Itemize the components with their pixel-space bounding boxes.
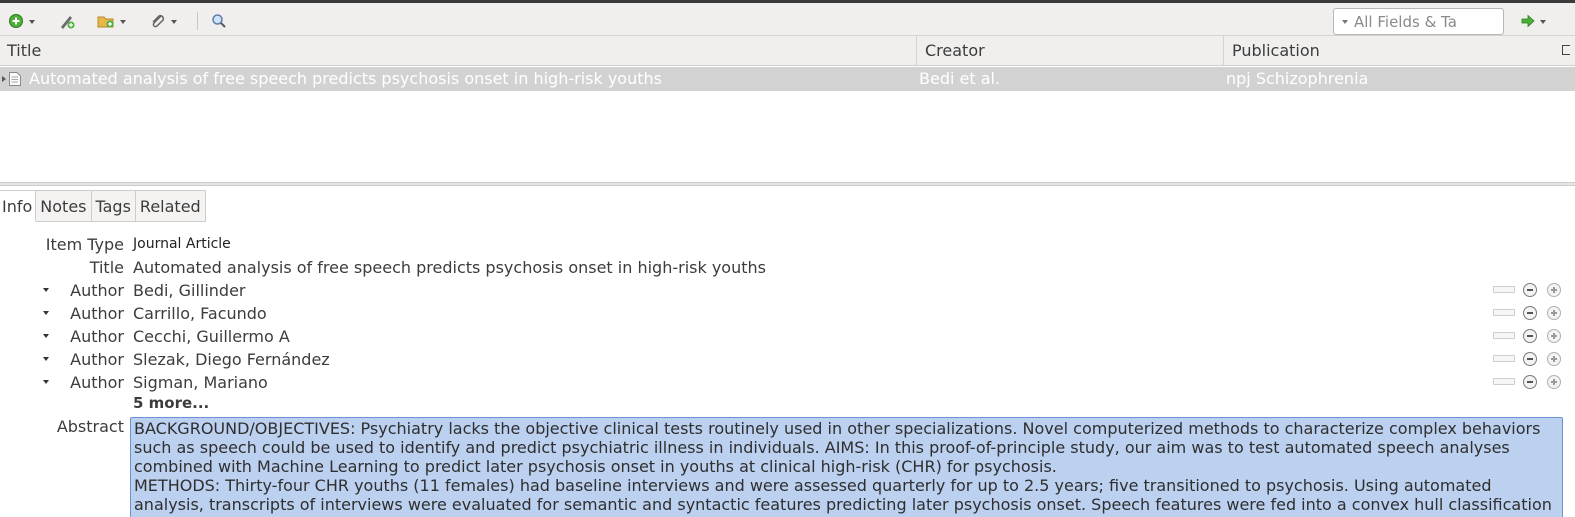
column-divider[interactable] xyxy=(916,36,917,66)
abstract-paragraph: METHODS: Thirty-four CHR youths (11 fema… xyxy=(134,476,1552,517)
author-name[interactable]: Carrillo, Facundo xyxy=(133,302,267,325)
add-by-identifier-icon xyxy=(61,16,75,29)
author-name[interactable]: Sigman, Mariano xyxy=(133,371,268,394)
creator-type-dropdown-icon[interactable] xyxy=(43,357,49,361)
column-title[interactable]: Title xyxy=(0,36,916,66)
column-picker-icon[interactable] xyxy=(1562,45,1570,55)
locate-button[interactable] xyxy=(1521,10,1546,32)
sync-arrow-icon xyxy=(1521,14,1535,28)
creator-type-dropdown-icon[interactable] xyxy=(43,334,49,338)
attach-button[interactable] xyxy=(150,10,177,32)
author-name[interactable]: Cecchi, Guillermo A xyxy=(133,325,290,348)
new-collection-icon xyxy=(97,16,114,28)
remove-author-button[interactable] xyxy=(1523,283,1537,297)
field-label: Title xyxy=(89,258,124,277)
item-pane-tabs: Info Notes Tags Related xyxy=(0,190,206,222)
remove-author-button[interactable] xyxy=(1523,375,1537,389)
row-publication: npj Schizophrenia xyxy=(1226,69,1369,88)
expand-twisty-icon[interactable] xyxy=(2,76,6,82)
field-item-type: Item Type Journal Article xyxy=(0,233,1575,256)
journal-article-icon xyxy=(9,72,21,86)
name-mode-toggle[interactable] xyxy=(1493,286,1515,293)
tab-notes[interactable]: Notes xyxy=(36,190,92,222)
chevron-down-icon xyxy=(1540,19,1546,24)
title-value[interactable]: Automated analysis of free speech predic… xyxy=(133,256,766,279)
creator-type-dropdown-icon[interactable] xyxy=(43,288,49,292)
name-mode-toggle[interactable] xyxy=(1493,332,1515,339)
search-mode-dropdown-icon[interactable] xyxy=(1342,19,1348,24)
search-advanced-icon xyxy=(212,14,226,28)
add-by-identifier-button[interactable] xyxy=(58,10,76,32)
remove-author-button[interactable] xyxy=(1523,329,1537,343)
new-item-icon xyxy=(9,14,23,28)
advanced-search-button[interactable] xyxy=(211,10,227,32)
add-author-button[interactable] xyxy=(1547,329,1561,343)
field-label[interactable]: Author xyxy=(70,371,124,394)
creator-type-dropdown-icon[interactable] xyxy=(43,380,49,384)
tab-tags[interactable]: Tags xyxy=(91,190,136,222)
field-label[interactable]: Author xyxy=(70,302,124,325)
author-name[interactable]: Slezak, Diego Fernández xyxy=(133,348,330,371)
abstract-label: Abstract xyxy=(56,417,124,436)
abstract-textarea[interactable]: BACKGROUND/OBJECTIVES: Psychiatry lacks … xyxy=(130,417,1563,517)
row-title: Automated analysis of free speech predic… xyxy=(29,69,662,88)
field-author: Author Slezak, Diego Fernández xyxy=(0,348,1575,371)
name-mode-toggle[interactable] xyxy=(1493,309,1515,316)
search-field[interactable] xyxy=(1333,8,1504,35)
item-type-value[interactable]: Journal Article xyxy=(133,233,231,256)
new-item-button[interactable] xyxy=(8,10,35,32)
field-label[interactable]: Author xyxy=(70,279,124,302)
add-author-button[interactable] xyxy=(1547,352,1561,366)
add-author-button[interactable] xyxy=(1547,375,1561,389)
add-author-button[interactable] xyxy=(1547,306,1561,320)
field-label[interactable]: Author xyxy=(70,325,124,348)
add-author-button[interactable] xyxy=(1547,283,1561,297)
field-author: Author Bedi, Gillinder xyxy=(0,279,1575,302)
field-author: Author Sigman, Mariano xyxy=(0,371,1575,394)
tab-related[interactable]: Related xyxy=(135,190,206,222)
field-author: Author Carrillo, Facundo xyxy=(0,302,1575,325)
search-input[interactable] xyxy=(1354,12,1494,31)
chevron-down-icon xyxy=(120,19,126,24)
toolbar-divider xyxy=(197,12,198,30)
more-authors-link[interactable]: 5 more... xyxy=(133,394,209,412)
chevron-down-icon xyxy=(29,19,35,24)
table-row[interactable]: Automated analysis of free speech predic… xyxy=(0,67,1575,91)
toolbar xyxy=(0,0,1575,36)
column-creator[interactable]: Creator xyxy=(918,36,1223,66)
field-title: Title Automated analysis of free speech … xyxy=(0,256,1575,279)
remove-author-button[interactable] xyxy=(1523,306,1537,320)
name-mode-toggle[interactable] xyxy=(1493,378,1515,385)
tab-info[interactable]: Info xyxy=(0,190,37,222)
author-name[interactable]: Bedi, Gillinder xyxy=(133,279,246,302)
chevron-down-icon xyxy=(171,19,177,24)
name-mode-toggle[interactable] xyxy=(1493,355,1515,362)
creator-type-dropdown-icon[interactable] xyxy=(43,311,49,315)
column-publication[interactable]: Publication xyxy=(1225,36,1555,66)
new-collection-button[interactable] xyxy=(97,10,126,32)
items-column-header: Title Creator Publication xyxy=(0,36,1575,66)
item-pane: Info Notes Tags Related Item Type Journa… xyxy=(0,186,1575,517)
row-creator: Bedi et al. xyxy=(919,69,1001,88)
column-divider[interactable] xyxy=(1223,36,1224,66)
attach-icon xyxy=(152,14,165,28)
field-author: Author Cecchi, Guillermo A xyxy=(0,325,1575,348)
abstract-paragraph: BACKGROUND/OBJECTIVES: Psychiatry lacks … xyxy=(134,419,1541,476)
field-label: Item Type xyxy=(45,235,124,254)
field-label[interactable]: Author xyxy=(70,348,124,371)
remove-author-button[interactable] xyxy=(1523,352,1537,366)
